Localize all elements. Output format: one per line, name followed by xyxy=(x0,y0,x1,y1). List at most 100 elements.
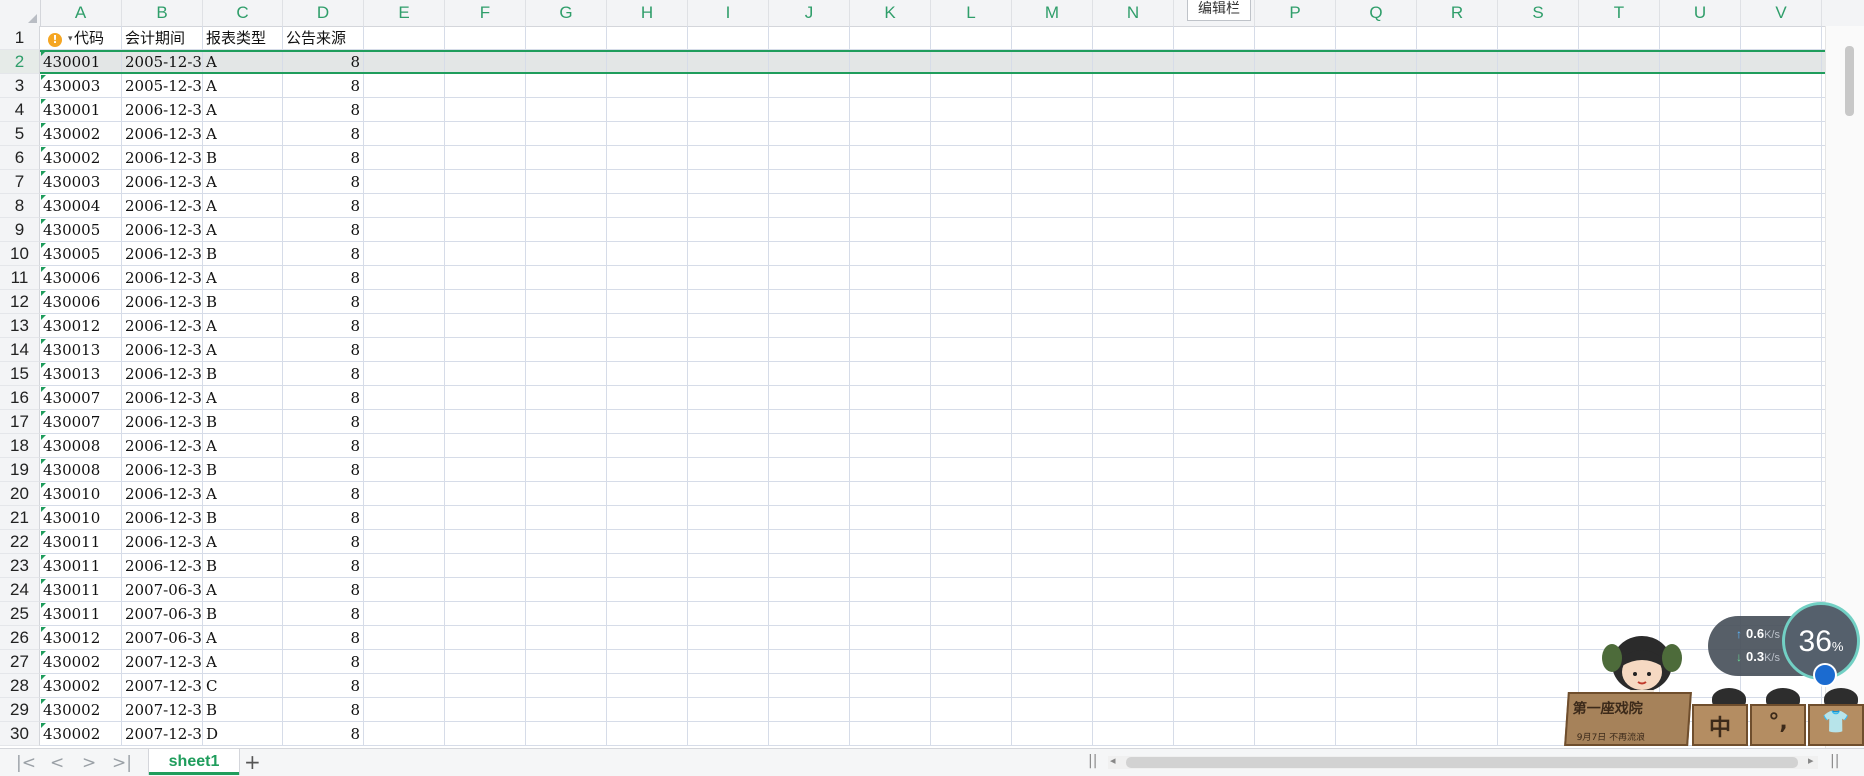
cell[interactable] xyxy=(1255,218,1336,242)
cell[interactable] xyxy=(1498,242,1579,266)
cell[interactable]: 2007-06-3 xyxy=(122,626,203,650)
cell[interactable] xyxy=(850,458,931,482)
cell[interactable] xyxy=(445,50,526,74)
cell[interactable] xyxy=(364,314,445,338)
cell[interactable] xyxy=(1498,602,1579,626)
cell[interactable] xyxy=(1336,146,1417,170)
cell[interactable] xyxy=(1741,146,1822,170)
cell[interactable] xyxy=(1741,290,1822,314)
cell[interactable]: 2006-12-3 xyxy=(122,314,203,338)
cell[interactable] xyxy=(1417,650,1498,674)
cell[interactable]: 2006-12-3 xyxy=(122,290,203,314)
cell[interactable]: C xyxy=(203,674,283,698)
cell[interactable] xyxy=(1660,242,1741,266)
cell[interactable] xyxy=(1741,338,1822,362)
cell[interactable] xyxy=(607,338,688,362)
tab-sheet1[interactable]: sheet1 xyxy=(148,749,240,775)
cell[interactable] xyxy=(1255,554,1336,578)
row-header[interactable]: 22 xyxy=(0,530,40,554)
cell[interactable] xyxy=(1093,602,1174,626)
cell[interactable] xyxy=(1174,722,1255,746)
cell[interactable] xyxy=(526,362,607,386)
cell[interactable] xyxy=(1660,338,1741,362)
cell[interactable]: 430013 xyxy=(40,338,122,362)
cell[interactable] xyxy=(607,530,688,554)
cell[interactable] xyxy=(769,122,850,146)
cell[interactable] xyxy=(1498,578,1579,602)
cell[interactable]: 430011 xyxy=(40,530,122,554)
cell[interactable]: 8 xyxy=(283,290,364,314)
cell[interactable] xyxy=(607,98,688,122)
cell[interactable]: B xyxy=(203,458,283,482)
cell[interactable]: A xyxy=(203,530,283,554)
column-header-c[interactable]: C xyxy=(203,0,283,26)
cell[interactable] xyxy=(688,674,769,698)
cell[interactable] xyxy=(1255,482,1336,506)
cell[interactable] xyxy=(364,170,445,194)
cell[interactable] xyxy=(1093,290,1174,314)
cell[interactable] xyxy=(1660,362,1741,386)
cell[interactable] xyxy=(1012,194,1093,218)
cell[interactable]: 2006-12-3 xyxy=(122,122,203,146)
cell[interactable] xyxy=(931,338,1012,362)
cell[interactable] xyxy=(1336,74,1417,98)
cell[interactable] xyxy=(1093,146,1174,170)
cell[interactable] xyxy=(1660,506,1741,530)
cell[interactable] xyxy=(850,650,931,674)
row-header[interactable]: 29 xyxy=(0,698,40,722)
cell[interactable] xyxy=(1741,50,1822,74)
cell[interactable] xyxy=(769,554,850,578)
cell[interactable] xyxy=(850,290,931,314)
cell[interactable] xyxy=(850,194,931,218)
cell[interactable] xyxy=(1174,578,1255,602)
cell[interactable] xyxy=(1012,482,1093,506)
cell[interactable] xyxy=(850,74,931,98)
cell[interactable]: B xyxy=(203,602,283,626)
cell[interactable]: 8 xyxy=(283,698,364,722)
cell[interactable] xyxy=(1336,386,1417,410)
cell[interactable] xyxy=(1498,626,1579,650)
spreadsheet-grid[interactable]: 代码 会计期间 报表类型 公告来源 430001 2005-12-3 A 8 430003 200… xyxy=(40,26,1826,748)
cell[interactable]: B xyxy=(203,698,283,722)
cell[interactable] xyxy=(931,290,1012,314)
cell[interactable] xyxy=(1336,242,1417,266)
cell[interactable]: D xyxy=(203,722,283,746)
cell[interactable] xyxy=(607,650,688,674)
cell[interactable] xyxy=(526,578,607,602)
cell[interactable]: 2006-12-3 xyxy=(122,194,203,218)
cell[interactable] xyxy=(1498,338,1579,362)
cell[interactable]: 2007-06-3 xyxy=(122,602,203,626)
cell[interactable]: 8 xyxy=(283,530,364,554)
cell[interactable] xyxy=(364,122,445,146)
cell[interactable]: 8 xyxy=(283,266,364,290)
cell[interactable]: 8 xyxy=(283,146,364,170)
cell[interactable] xyxy=(1660,98,1741,122)
cell[interactable] xyxy=(1255,74,1336,98)
cell[interactable] xyxy=(1336,506,1417,530)
cell[interactable] xyxy=(1093,338,1174,362)
cell[interactable]: 2007-12-3 xyxy=(122,674,203,698)
horizontal-scroll-thumb[interactable] xyxy=(1126,757,1798,768)
cell[interactable] xyxy=(769,650,850,674)
cell[interactable] xyxy=(526,26,607,50)
row-header[interactable]: 14 xyxy=(0,338,40,362)
cell[interactable] xyxy=(769,530,850,554)
cell[interactable] xyxy=(850,482,931,506)
cell[interactable]: 430011 xyxy=(40,554,122,578)
cell[interactable] xyxy=(1579,602,1660,626)
cell[interactable]: 报表类型 xyxy=(203,26,283,50)
cell[interactable]: 2006-12-3 xyxy=(122,266,203,290)
column-header-h[interactable]: H xyxy=(607,0,688,26)
column-header-m[interactable]: M xyxy=(1012,0,1093,26)
cell[interactable] xyxy=(931,554,1012,578)
cell[interactable] xyxy=(931,578,1012,602)
cell[interactable] xyxy=(1012,506,1093,530)
cell[interactable] xyxy=(364,362,445,386)
cell[interactable] xyxy=(1012,386,1093,410)
cell[interactable]: 2006-12-3 xyxy=(122,530,203,554)
cell[interactable] xyxy=(1660,170,1741,194)
cell[interactable] xyxy=(1336,602,1417,626)
cell[interactable] xyxy=(1741,122,1822,146)
cell[interactable] xyxy=(1417,338,1498,362)
cell[interactable]: 8 xyxy=(283,170,364,194)
